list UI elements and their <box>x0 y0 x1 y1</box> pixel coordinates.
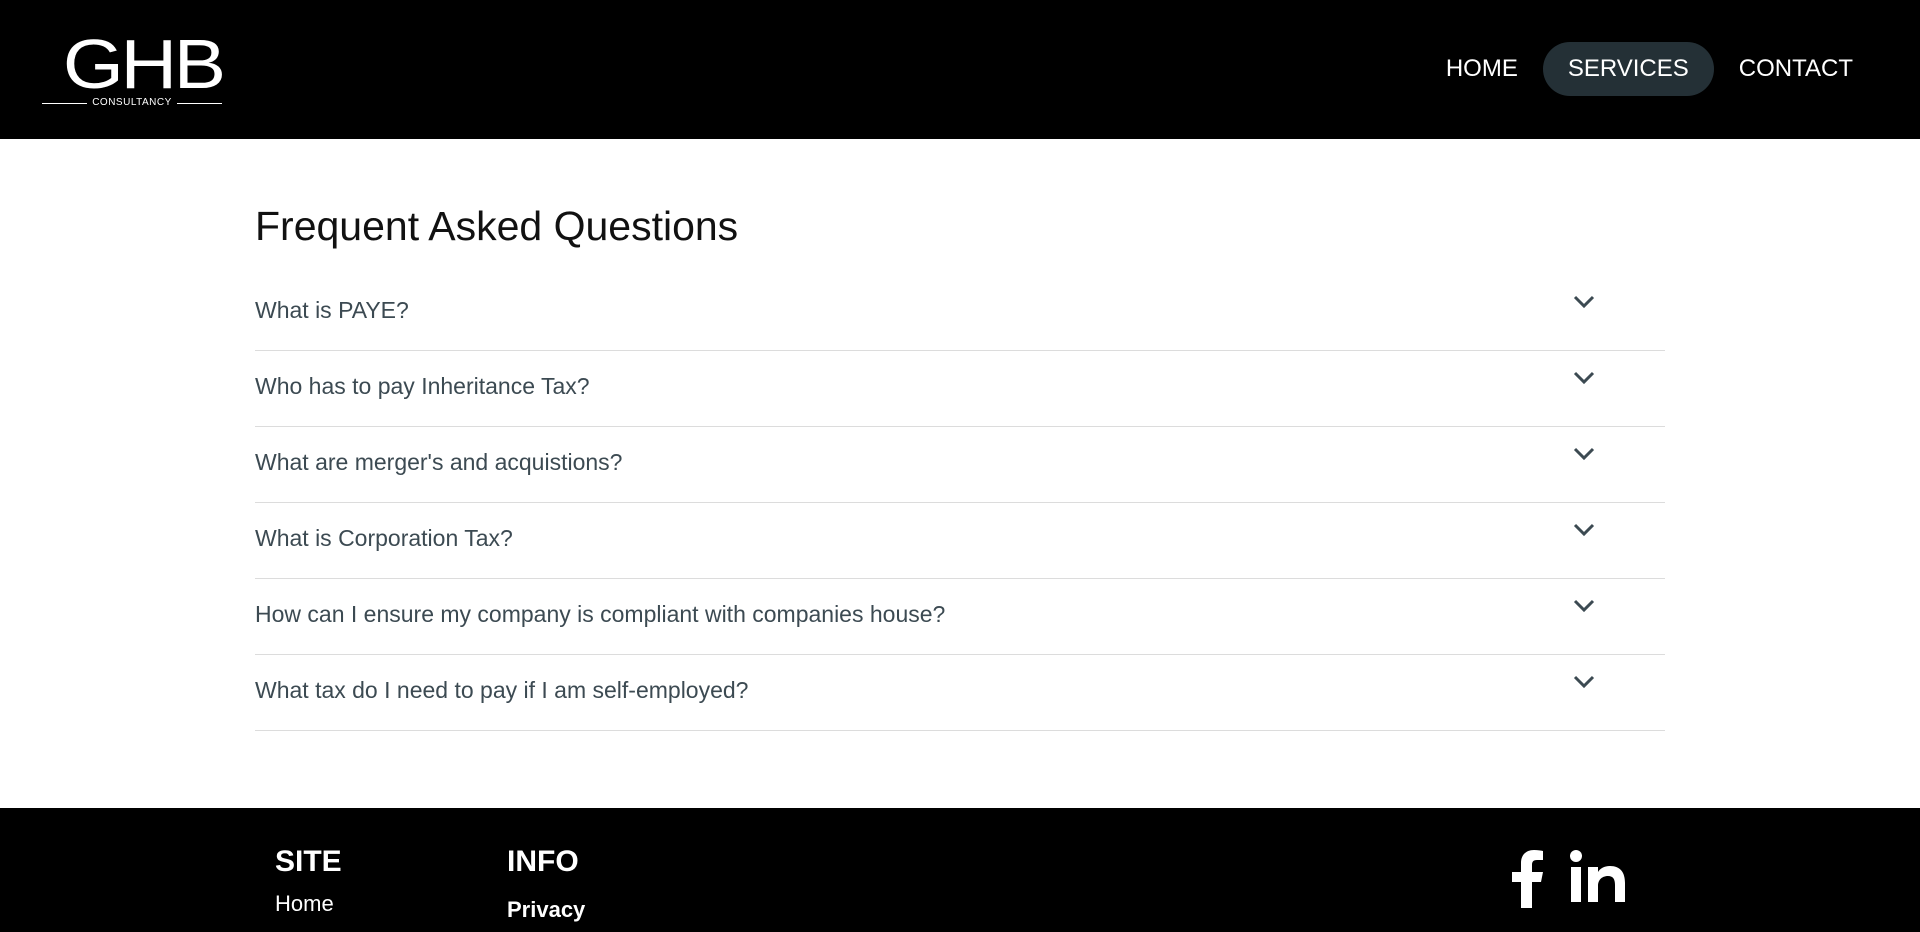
footer-site-heading: SITE <box>275 845 342 878</box>
logo[interactable]: GHB CONSULTANCY <box>42 29 226 110</box>
site-header: GHB CONSULTANCY HOME SERVICES CONTACT <box>0 0 1920 139</box>
linkedin-icon[interactable] <box>1570 850 1626 909</box>
logo-subtitle-row: CONSULTANCY <box>42 96 222 110</box>
nav-services[interactable]: SERVICES <box>1542 42 1714 96</box>
logo-rule-right <box>176 102 222 104</box>
faq-item[interactable]: How can I ensure my company is compliant… <box>255 579 1665 655</box>
faq-item[interactable]: What is PAYE? <box>255 275 1665 351</box>
chevron-down-icon[interactable] <box>1573 599 1595 613</box>
chevron-down-icon[interactable] <box>1573 447 1595 461</box>
chevron-down-icon[interactable] <box>1573 523 1595 537</box>
chevron-down-icon[interactable] <box>1573 295 1595 309</box>
footer-info-column: INFO Privacy <box>507 844 585 924</box>
faq-question: What is PAYE? <box>255 297 409 323</box>
footer-site-column: SITE Home <box>275 844 342 918</box>
chevron-down-icon[interactable] <box>1573 371 1595 385</box>
faq-question: What is Corporation Tax? <box>255 525 513 551</box>
nav-home[interactable]: HOME <box>1421 42 1543 96</box>
faq-item[interactable]: Who has to pay Inheritance Tax? <box>255 351 1665 427</box>
facebook-icon[interactable] <box>1510 850 1544 913</box>
chevron-down-icon[interactable] <box>1573 675 1595 689</box>
footer-link-home[interactable]: Home <box>275 890 342 918</box>
faq-question: What are merger's and acquistions? <box>255 449 623 475</box>
logo-rule-left <box>42 102 88 104</box>
faq-item[interactable]: What tax do I need to pay if I am self-e… <box>255 655 1665 731</box>
social-links <box>1510 850 1626 913</box>
logo-mark: GHB <box>62 25 226 103</box>
faq-question: Who has to pay Inheritance Tax? <box>255 373 590 399</box>
faq-question: What tax do I need to pay if I am self-e… <box>255 677 749 703</box>
site-footer: SITE Home INFO Privacy <box>0 808 1920 932</box>
main-nav: HOME SERVICES CONTACT <box>1421 42 1878 96</box>
faq-list: What is PAYE? Who has to pay Inheritance… <box>255 275 1665 731</box>
faq-item[interactable]: What are merger's and acquistions? <box>255 427 1665 503</box>
footer-info-heading: INFO <box>507 845 579 878</box>
faq-title: Frequent Asked Questions <box>255 203 739 249</box>
logo-subtitle: CONSULTANCY <box>92 97 172 108</box>
faq-question: How can I ensure my company is compliant… <box>255 601 946 627</box>
faq-item[interactable]: What is Corporation Tax? <box>255 503 1665 579</box>
nav-contact[interactable]: CONTACT <box>1714 42 1878 96</box>
footer-link-privacy[interactable]: Privacy <box>507 896 585 924</box>
